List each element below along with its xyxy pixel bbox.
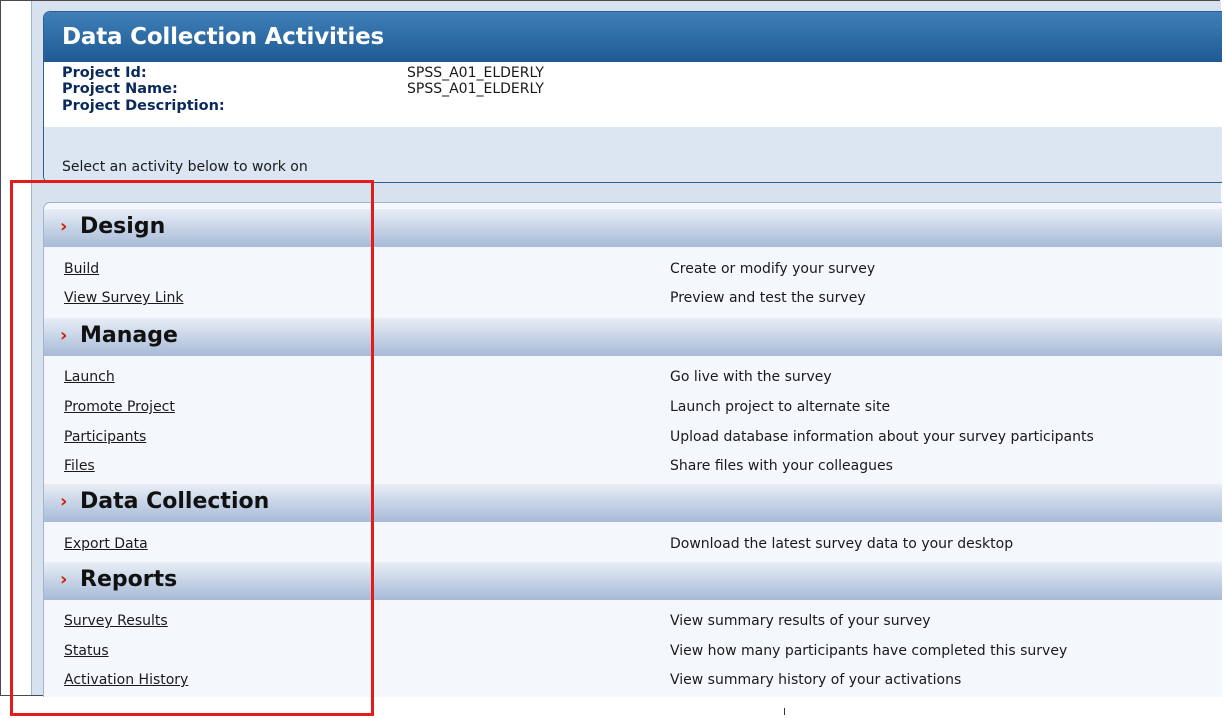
app-frame: Data Collection Activities Project Id: SP…: [0, 0, 1222, 697]
project-description-label: Project Description:: [62, 98, 225, 114]
promote-project-description: Launch project to alternate site: [670, 399, 891, 415]
activity-row-export-data: Export Data Download the latest survey d…: [44, 530, 1222, 558]
build-description: Create or modify your survey: [670, 261, 876, 277]
chevron-right-icon: ›: [60, 491, 68, 512]
activation-history-link[interactable]: Activation History: [64, 672, 188, 688]
chevron-right-icon: ›: [60, 216, 68, 237]
participants-link[interactable]: Participants: [64, 429, 146, 445]
status-description: View how many participants have complete…: [670, 643, 1068, 659]
activity-row-files: Files Share files with your colleagues: [44, 452, 1222, 480]
section-header-data-collection: › Data Collection: [44, 484, 1222, 522]
page-title: Data Collection Activities: [62, 24, 385, 50]
section-title-manage: Manage: [80, 323, 178, 348]
activation-history-description: View summary history of your activations: [670, 672, 962, 688]
export-data-description: Download the latest survey data to your …: [670, 536, 1014, 552]
project-panel: Data Collection Activities Project Id: SP…: [43, 11, 1222, 183]
chevron-right-icon: ›: [60, 569, 68, 590]
instruction-text: Select an activity below to work on: [62, 159, 308, 175]
files-link[interactable]: Files: [64, 458, 95, 474]
promote-project-link[interactable]: Promote Project: [64, 399, 175, 415]
view-survey-link-link[interactable]: View Survey Link: [64, 290, 184, 306]
activity-row-participants: Participants Upload database information…: [44, 423, 1222, 451]
activities-panel: › Design Build Create or modify your sur…: [43, 202, 1222, 697]
project-name-value: SPSS_A01_ELDERLY: [407, 81, 544, 97]
panel-header: Data Collection Activities: [44, 12, 1222, 62]
activity-row-status: Status View how many participants have c…: [44, 637, 1222, 665]
project-id-row: Project Id: SPSS_A01_ELDERLY: [62, 65, 544, 81]
participants-description: Upload database information about your s…: [670, 429, 1094, 445]
project-id-label: Project Id:: [62, 65, 147, 81]
launch-description: Go live with the survey: [670, 369, 832, 385]
project-name-row: Project Name: SPSS_A01_ELDERLY: [62, 81, 544, 97]
section-header-design: › Design: [44, 209, 1222, 247]
section-header-reports: › Reports: [44, 562, 1222, 600]
activity-row-survey-results: Survey Results View summary results of y…: [44, 607, 1222, 635]
survey-results-description: View summary results of your survey: [670, 613, 931, 629]
activity-row-promote-project: Promote Project Launch project to altern…: [44, 393, 1222, 421]
files-description: Share files with your colleagues: [670, 458, 893, 474]
survey-results-link[interactable]: Survey Results: [64, 613, 168, 629]
launch-link[interactable]: Launch: [64, 369, 115, 385]
section-header-manage: › Manage: [44, 318, 1222, 356]
project-id-value: SPSS_A01_ELDERLY: [407, 65, 544, 81]
project-name-label: Project Name:: [62, 81, 178, 97]
activity-row-build: Build Create or modify your survey: [44, 255, 1222, 283]
section-title-reports: Reports: [80, 567, 178, 592]
section-title-data-collection: Data Collection: [80, 489, 270, 514]
stray-mark: [784, 708, 785, 715]
chevron-right-icon: ›: [60, 325, 68, 346]
section-title-design: Design: [80, 214, 166, 239]
activity-row-activation-history: Activation History View summary history …: [44, 666, 1222, 694]
activity-row-view-survey-link: View Survey Link Preview and test the su…: [44, 284, 1222, 312]
instruction-band: Select an activity below to work on: [44, 127, 1222, 182]
export-data-link[interactable]: Export Data: [64, 536, 148, 552]
status-link[interactable]: Status: [64, 643, 109, 659]
project-description-row: Project Description:: [62, 98, 407, 114]
activity-row-launch: Launch Go live with the survey: [44, 363, 1222, 391]
view-survey-link-description: Preview and test the survey: [670, 290, 866, 306]
build-link[interactable]: Build: [64, 261, 99, 277]
